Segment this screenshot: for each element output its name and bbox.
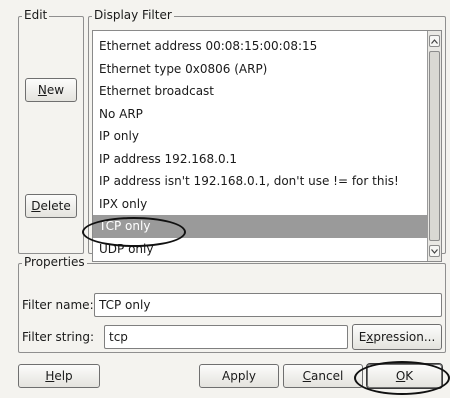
filter-list-item[interactable]: No ARP [93,103,427,126]
filter-list-scrollbar[interactable] [427,31,441,261]
filter-list-item[interactable]: TCP only [93,215,427,238]
help-button-label: elp [54,369,73,383]
edit-group [18,16,84,254]
help-button[interactable]: Help [18,364,100,388]
display-filter-group-title: Display Filter [92,8,174,22]
ok-button[interactable]: OK [367,364,442,388]
apply-button-label: Apply [222,369,256,383]
new-button[interactable]: New [25,78,77,102]
filter-string-label: Filter string: [22,330,95,344]
edit-group-title: Edit [22,8,50,22]
cancel-button-label: ancel [311,369,344,383]
chevron-up-icon[interactable] [429,35,440,47]
filter-list-item[interactable]: IP only [93,125,427,148]
new-button-label: ew [46,83,65,97]
filter-string-input[interactable]: tcp [104,325,348,349]
filter-list-item[interactable]: Ethernet type 0x0806 (ARP) [93,58,427,81]
scrollbar-thumb[interactable] [429,51,440,241]
filter-name-input[interactable]: TCP only [94,293,442,317]
expression-button-label-end: pression... [373,330,436,344]
filter-list-item[interactable]: Ethernet broadcast [93,80,427,103]
filter-list-item[interactable]: UDP only [93,238,427,261]
filter-list-item[interactable]: IP address isn't 192.168.0.1, don't use … [93,170,427,193]
filter-name-label: Filter name: [22,298,94,312]
filter-list-item[interactable]: IP address 192.168.0.1 [93,148,427,171]
delete-button[interactable]: Delete [25,194,77,218]
cancel-button-mnemonic: C [302,369,312,383]
display-filter-list[interactable]: Ethernet address 00:08:15:00:08:15 Ethern… [92,30,442,262]
delete-button-mnemonic: D [31,199,41,213]
filter-items: Ethernet address 00:08:15:00:08:15 Ethern… [93,35,427,260]
ok-button-mnemonic: O [395,369,406,383]
help-button-mnemonic: H [45,369,55,383]
expression-button[interactable]: Ex pression... [352,324,442,350]
filter-list-item[interactable]: IPX only [93,193,427,216]
expression-button-label-start: E [358,330,367,344]
delete-button-label: elete [40,199,71,213]
ok-button-label: K [405,369,414,383]
apply-button[interactable]: Apply [199,364,279,388]
new-button-mnemonic: N [37,83,47,97]
filter-list-item[interactable]: Ethernet address 00:08:15:00:08:15 [93,35,427,58]
expression-button-mnemonic: x [366,330,374,344]
properties-group-title: Properties [22,255,87,269]
cancel-button[interactable]: Cancel [283,364,363,388]
chevron-down-icon[interactable] [429,245,440,257]
